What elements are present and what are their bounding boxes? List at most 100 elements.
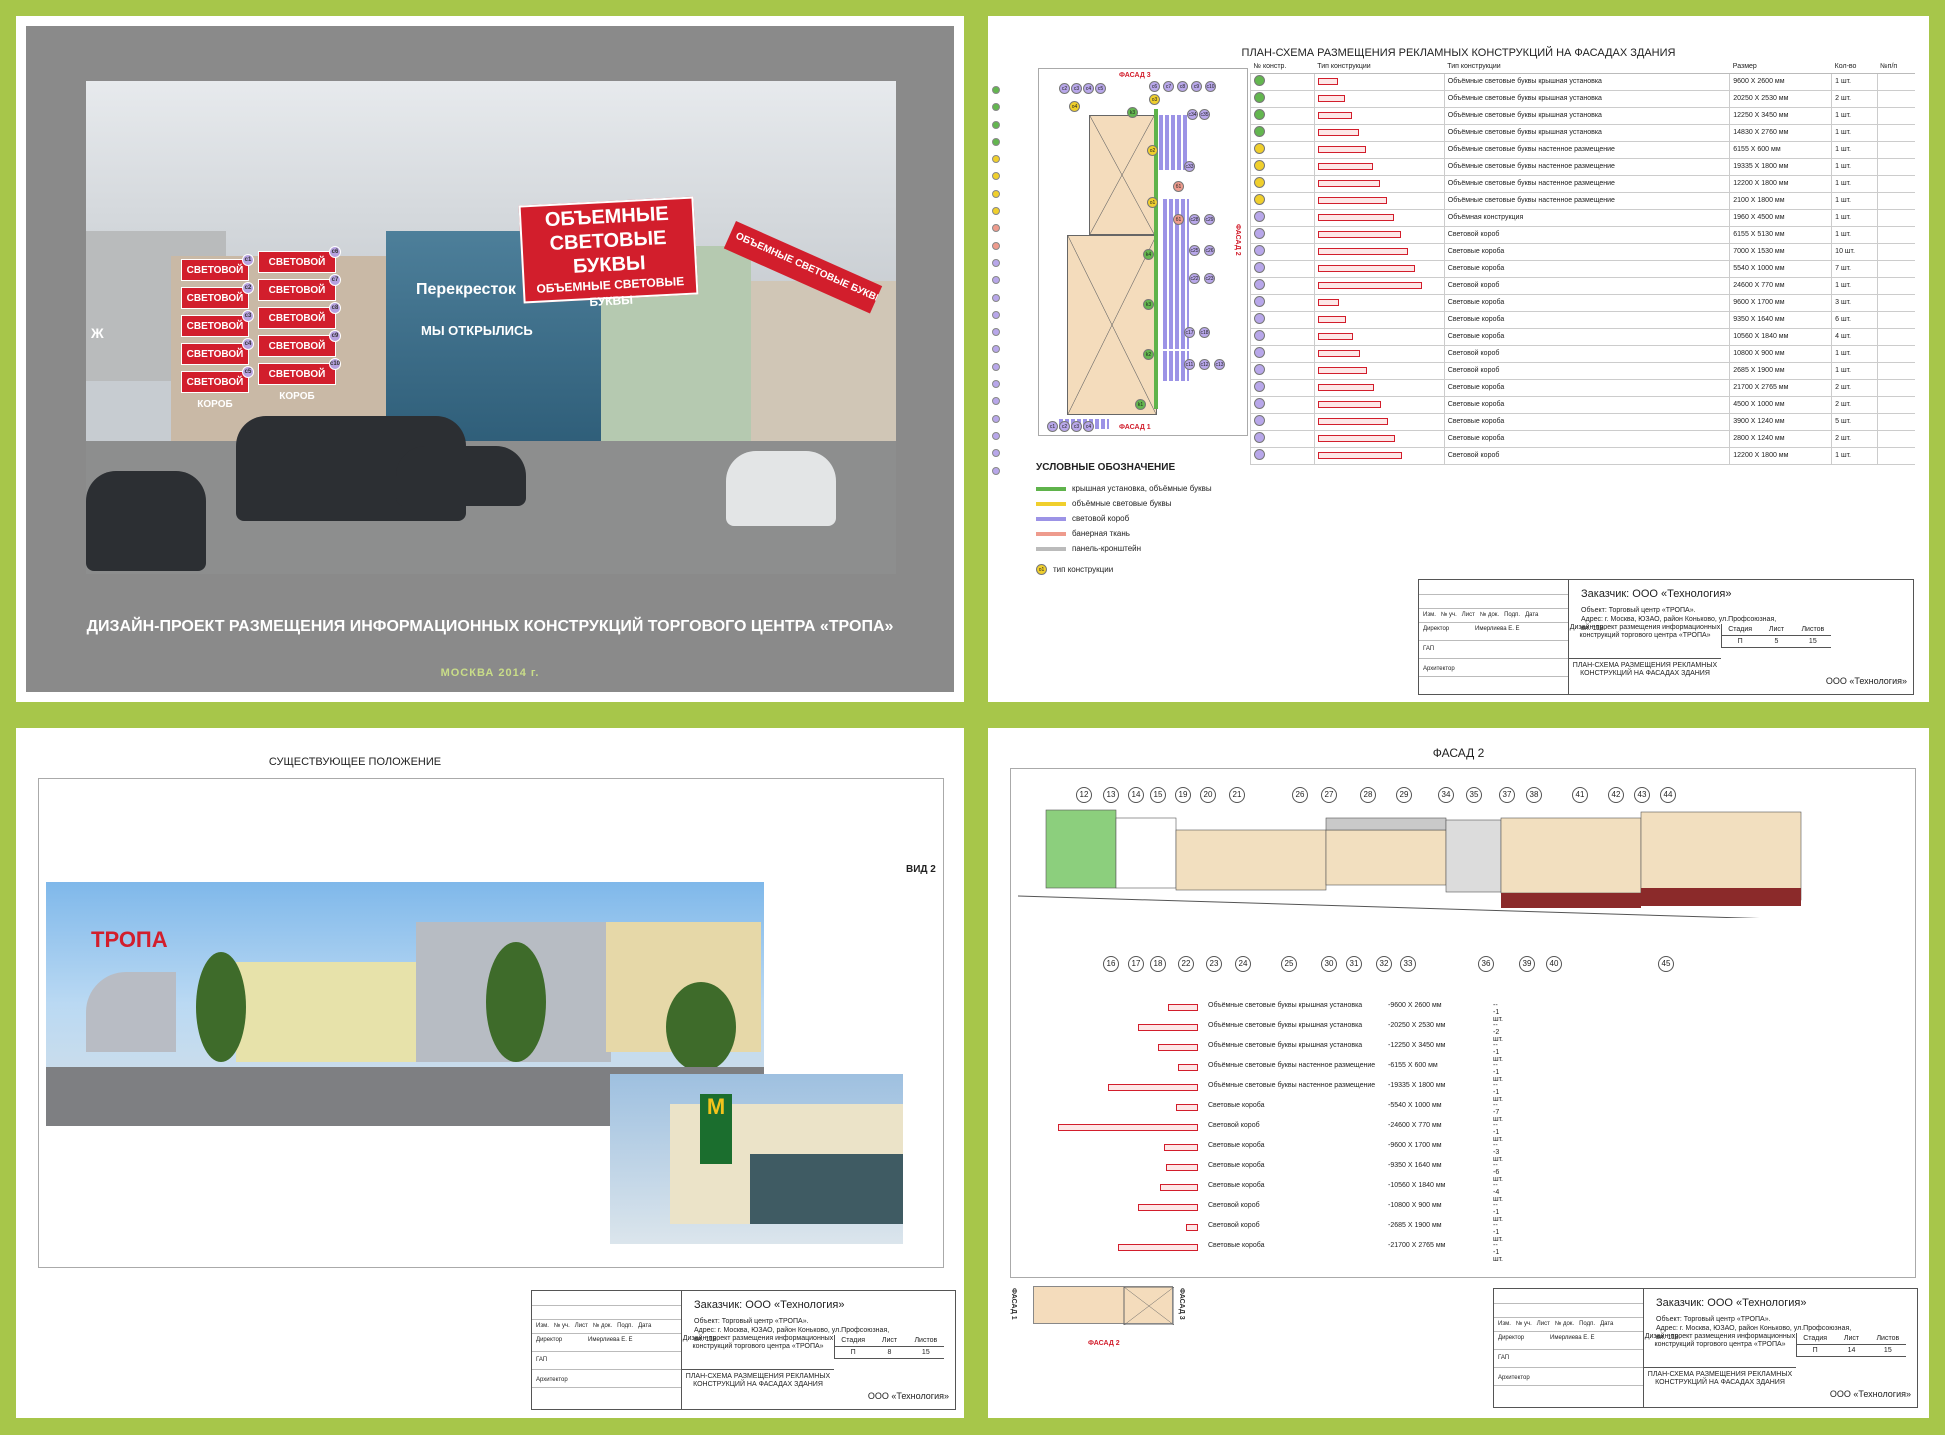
cell-sketch	[1313, 277, 1445, 295]
type-marker: k4	[1143, 249, 1154, 260]
sign-size: -21700 Х 2765 мм	[1388, 1242, 1446, 1249]
architect-label: Архитектор	[1498, 1375, 1530, 1381]
col-sketch: Тип конструкции	[1314, 60, 1445, 74]
stamp-header: Изм. № уч. Лист № док. Подп. Дата	[536, 1323, 652, 1329]
row-marker	[992, 86, 1000, 94]
type-marker: c2	[1059, 83, 1070, 94]
callout-number: 25	[1281, 956, 1297, 972]
callout-number: 33	[1400, 956, 1416, 972]
cell-index	[1876, 192, 1915, 210]
mcdonalds-photo: M	[610, 1074, 903, 1244]
cell-size: 3900 Х 1240 мм	[1729, 413, 1832, 431]
sign-qty: ---2 шт.	[1493, 1022, 1503, 1043]
callout-number: 17	[1128, 956, 1144, 972]
type-marker: c35	[1199, 109, 1210, 120]
cell-type: Световые короба	[1443, 379, 1730, 397]
legend-row: панель-кронштейн	[1036, 541, 1212, 556]
light-box: СВЕТОВОЙ КОРОБc1	[181, 254, 254, 298]
sign-sketch	[1118, 1244, 1198, 1251]
legend-row: световой короб	[1036, 511, 1212, 526]
cell-qty: 5 шт.	[1831, 413, 1878, 431]
row-marker	[992, 224, 1000, 233]
cell-type: Световые короба	[1443, 260, 1730, 278]
sign-size: -10560 Х 1840 мм	[1388, 1182, 1446, 1189]
legend-swatch	[1036, 531, 1066, 536]
cell-qty: 10 шт.	[1831, 243, 1878, 261]
cell-index	[1876, 243, 1915, 261]
title-block: Изм. № уч. Лист № док. Подп. Дата Директ…	[1493, 1288, 1918, 1408]
director-name: Имерлиева Е. Е	[1550, 1335, 1595, 1341]
cell-sketch	[1313, 73, 1445, 91]
row-marker	[992, 276, 1000, 285]
sign-size: -24600 Х 770 мм	[1388, 1122, 1442, 1129]
sign-type: Объёмные световые буквы крышная установк…	[1208, 1022, 1363, 1029]
sign-type: Объёмные световые буквы настенное размещ…	[1208, 1062, 1376, 1069]
cell-number	[1250, 362, 1315, 380]
cell-type: Световой короб	[1443, 447, 1730, 465]
cell-type: Световой короб	[1443, 226, 1730, 244]
type-marker: c23	[1204, 273, 1215, 284]
legend-title: УСЛОВНЫЕ ОБОЗНАЧЕНИЕ	[1036, 462, 1176, 473]
type-marker: c17	[1184, 327, 1195, 338]
sign-sketch	[1160, 1184, 1198, 1191]
type-marker: c18	[1199, 327, 1210, 338]
callout-number: 41	[1572, 787, 1588, 803]
cell-size: 9600 Х 1700 мм	[1729, 294, 1832, 312]
cell-sketch	[1313, 175, 1445, 193]
callout-number: 29	[1396, 787, 1412, 803]
table-row: Световые короба 7000 Х 1530 мм 10 шт.	[1250, 243, 1915, 261]
callout-number: 43	[1634, 787, 1650, 803]
row-marker	[992, 380, 1000, 389]
stamp-sheet-info: Стадия Лист Листов П 8 15	[834, 1335, 944, 1359]
sign-size: -9350 Х 1640 мм	[1388, 1162, 1442, 1169]
cell-number	[1250, 430, 1315, 448]
cell-size: 1960 Х 4500 мм	[1729, 209, 1832, 227]
sign-qty: ---4 шт.	[1493, 1182, 1503, 1203]
light-box: СВЕТОВОЙ КОРОБc3	[181, 310, 254, 354]
stamp-org: ООО «Технология»	[867, 1391, 949, 1401]
sign-qty: ---1 шт.	[1493, 1062, 1503, 1083]
cell-type: Объёмные световые буквы настенное размещ…	[1443, 192, 1730, 210]
table-row: Объёмные световые буквы крышная установк…	[1250, 107, 1915, 125]
left-store-sign: Ж	[91, 325, 104, 341]
cell-number	[1250, 226, 1315, 244]
type-marker: c6	[1149, 81, 1160, 92]
facade3-label: ФАСАД 3	[1119, 72, 1151, 79]
stamp-plan-title: ПЛАН-СХЕМА РАЗМЕЩЕНИЯ РЕКЛАМНЫХ КОНСТРУК…	[1569, 658, 1721, 678]
cell-size: 21700 Х 2765 мм	[1729, 379, 1832, 397]
light-box: СВЕТОВОЙ КОРОБ c10	[258, 358, 341, 402]
existing-sheet-title: СУЩЕСТВУЮЩЕЕ ПОЛОЖЕНИЕ	[268, 756, 442, 768]
type-marker: c12	[1199, 359, 1210, 370]
sign-sketch	[1178, 1064, 1198, 1071]
cell-index	[1876, 226, 1915, 244]
cell-sketch	[1313, 124, 1445, 142]
legend: УСЛОВНЫЕ ОБОЗНАЧЕНИЕ крышная установка, …	[1036, 462, 1212, 577]
light-box: СВЕТОВОЙ КОРОБc9	[258, 330, 341, 374]
sign-qty: ---1 шт.	[1493, 1002, 1503, 1023]
table-row: Световой короб 6155 Х 5130 мм 1 шт.	[1250, 226, 1915, 244]
row-marker	[992, 172, 1000, 181]
cover-sheet: Ж Перекресток МЫ ОТКРЫЛИСЬ СВЕТОВОЙ КОРО…	[16, 16, 964, 702]
architect-label: Архитектор	[1423, 666, 1455, 672]
cell-qty: 6 шт.	[1831, 311, 1878, 329]
stamp-customer: Заказчик: ООО «Технология»	[1581, 588, 1732, 600]
cell-index	[1876, 379, 1915, 397]
cell-number	[1250, 73, 1315, 91]
cell-type: Объёмные световые буквы настенное размещ…	[1443, 175, 1730, 193]
sign-type: Световые короба	[1208, 1102, 1265, 1109]
legend-swatch	[1036, 546, 1066, 551]
sign-size: -9600 Х 1700 мм	[1388, 1142, 1442, 1149]
cell-sketch	[1313, 311, 1445, 329]
shop-windows	[750, 1154, 903, 1224]
type-marker: o2	[1147, 145, 1158, 156]
facade-sheet: ФАСАД 2 Объёмные световые буквы крышная …	[988, 728, 1929, 1418]
floor-plan: c2 c3 c4 c5 o4 k3 o3 c6 c7 c8 c9 c10 o2 …	[1038, 68, 1248, 436]
tropa-logo: ТРОПА	[91, 927, 168, 952]
cell-type: Световые короба	[1443, 396, 1730, 414]
sign-type: Объёмные световые буквы крышная установк…	[1208, 1042, 1363, 1049]
type-marker: c34	[1187, 109, 1198, 120]
sign-qty: ---7 шт.	[1493, 1102, 1503, 1123]
sign-size: -5540 Х 1000 мм	[1388, 1102, 1442, 1109]
light-box: СВЕТОВОЙ КОРОБc8	[258, 302, 341, 346]
facade3-label: ФАСАД 3	[1178, 1288, 1185, 1320]
